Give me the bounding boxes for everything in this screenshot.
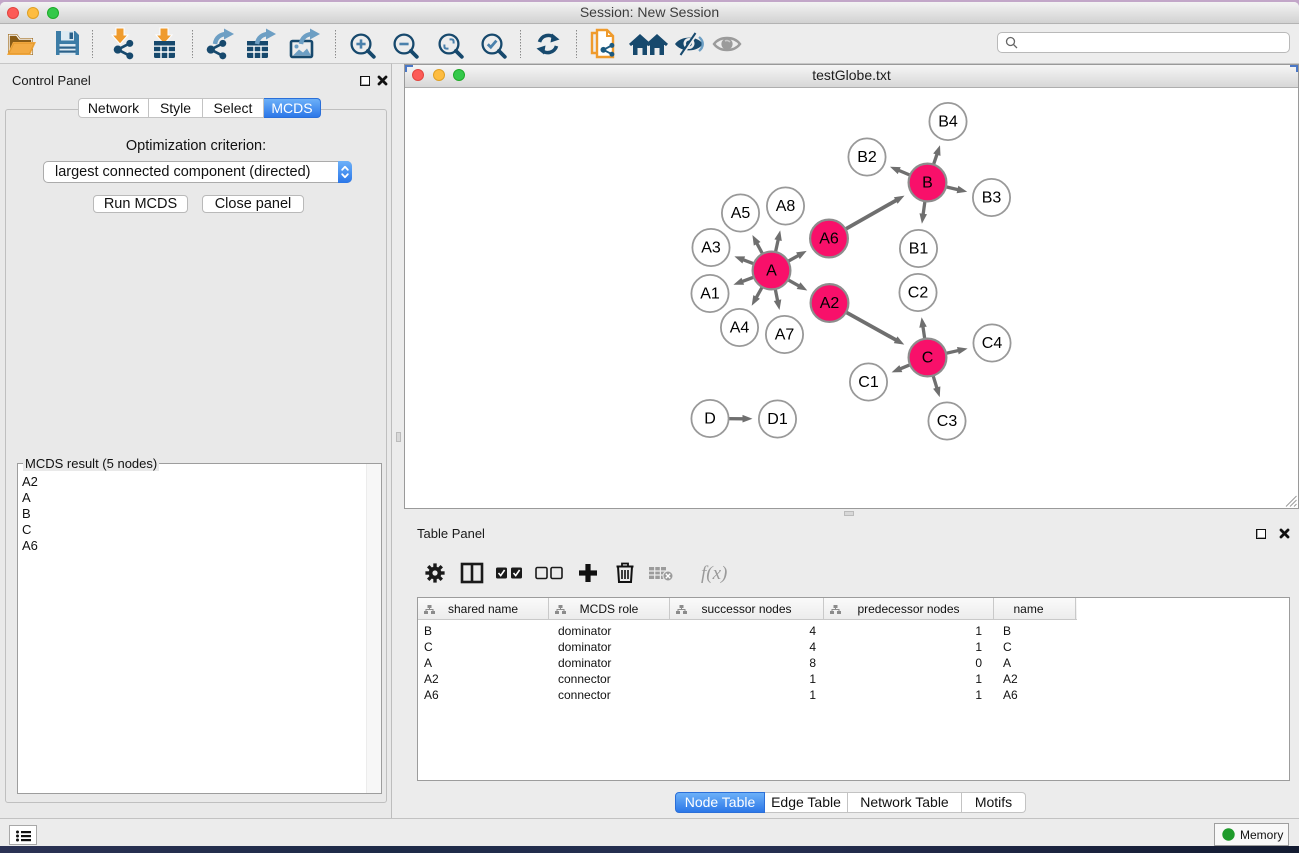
svg-text:B: B — [922, 175, 933, 192]
svg-text:A8: A8 — [776, 198, 796, 215]
svg-text:C1: C1 — [858, 374, 879, 391]
svg-text:C: C — [922, 350, 934, 367]
svg-text:D: D — [704, 411, 716, 428]
svg-text:A1: A1 — [700, 286, 720, 303]
svg-text:A6: A6 — [819, 231, 839, 248]
svg-text:B1: B1 — [909, 241, 929, 258]
svg-text:B3: B3 — [982, 190, 1002, 207]
svg-text:A7: A7 — [775, 327, 795, 344]
svg-text:A4: A4 — [730, 320, 750, 337]
svg-text:A: A — [766, 263, 777, 280]
svg-text:f(x): f(x) — [701, 563, 727, 584]
svg-text:C3: C3 — [937, 413, 958, 430]
svg-text:C2: C2 — [908, 285, 929, 302]
svg-text:A3: A3 — [701, 240, 721, 257]
svg-text:B4: B4 — [938, 114, 958, 131]
svg-text:C4: C4 — [982, 335, 1003, 352]
svg-text:B2: B2 — [857, 149, 877, 166]
svg-text:D1: D1 — [767, 411, 788, 428]
svg-text:A2: A2 — [820, 295, 840, 312]
svg-text:A5: A5 — [731, 205, 751, 222]
